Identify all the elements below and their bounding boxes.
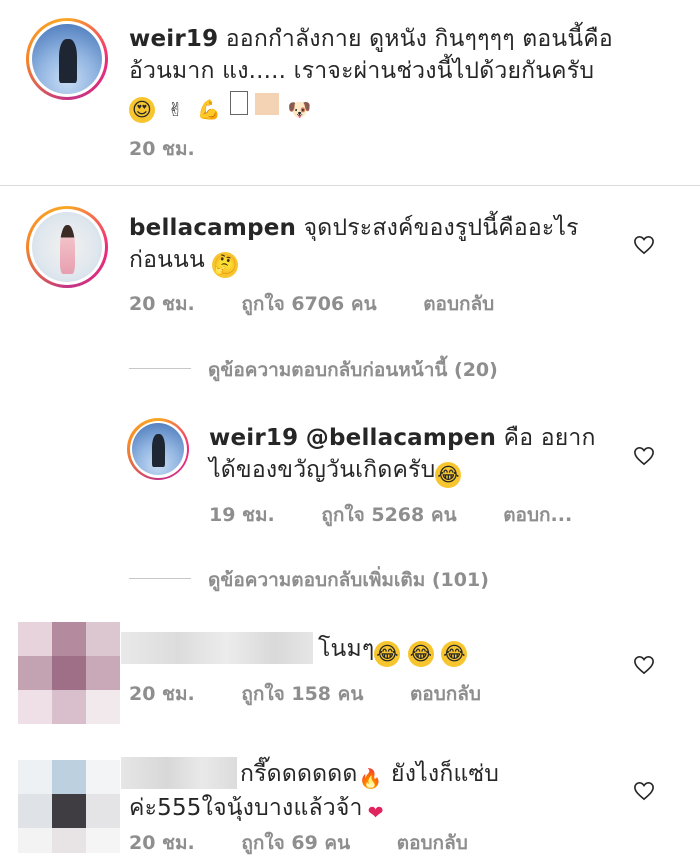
view-more-replies[interactable]: ดูข้อความตอบกลับเพิ่มเติม (101) [208, 565, 489, 595]
avatar-photo [32, 212, 102, 282]
caption-line-1: ออกกำลังกาย ดูหนัง กินๆๆๆๆ ตอนนี้คือ [225, 26, 613, 52]
comment-text: โนมๆ😂 😂 😂 [318, 633, 468, 667]
reply-username[interactable]: weir19 [209, 425, 298, 451]
reply-time: 19 ชม. [209, 504, 275, 526]
fire-icon: 🔥 [358, 768, 383, 790]
comment-line-1b: ยังไงก็แซ่บ [383, 761, 500, 787]
comment-meta: 20 ชม. ถูกใจ 158 คน ตอบกลับ [129, 679, 521, 709]
tears-of-joy-icon: 😂 [407, 641, 434, 667]
caption-emojis: 😍 ✌ 💪 🐶 [129, 89, 689, 123]
reply-meta: 19 ชม. ถูกใจ 5268 คน ตอบก... [209, 500, 572, 530]
comment-avatar-pixelated[interactable] [18, 760, 120, 853]
tears-of-joy-icon: 😂 [435, 462, 462, 488]
comment-line-2: ก่อนนน [129, 247, 205, 273]
reply-line-2: ได้ของขวัญวันเกิดครับ [209, 457, 436, 483]
comment-time: 20 ชม. [129, 293, 195, 315]
skin-tone-swatch-icon [255, 93, 280, 115]
comment-likes[interactable]: ถูกใจ 158 คน [241, 683, 363, 705]
comment-meta: 20 ชม. ถูกใจ 69 คน ตอบกลับ [129, 828, 508, 858]
avatar-photo [132, 423, 184, 475]
dog-face-icon: 🐶 [287, 99, 312, 121]
tears-of-joy-icon: 😂 [374, 641, 401, 667]
like-heart-icon[interactable] [633, 655, 655, 675]
view-previous-replies[interactable]: ดูข้อความตอบกลับก่อนหน้านี้ (20) [208, 355, 498, 385]
mention-link[interactable]: @bellacampen [306, 425, 496, 451]
reply-text: weir19 @bellacampen คือ อยาก ได้ของขวัญว… [209, 422, 609, 488]
like-heart-icon[interactable] [633, 235, 655, 255]
comment-meta: 20 ชม. ถูกใจ 6706 คน ตอบกลับ [129, 289, 534, 319]
comment-avatar-bellacampen[interactable] [26, 206, 108, 288]
like-heart-icon[interactable] [633, 446, 655, 466]
comment-line-1: โนมๆ [318, 636, 375, 662]
comment-line-1: จุดประสงค์ของรูปนี้คืออะไร [303, 215, 579, 241]
reply-avatar-weir19[interactable] [127, 418, 189, 480]
blurred-username[interactable] [121, 632, 313, 664]
post-username[interactable]: weir19 [129, 26, 218, 52]
comment-likes[interactable]: ถูกใจ 69 คน [241, 832, 350, 854]
thinking-face-icon: 🤔 [212, 252, 239, 278]
unknown-glyph-icon [229, 91, 248, 115]
comment-avatar-pixelated[interactable] [18, 622, 120, 724]
replies-line [129, 368, 191, 369]
avatar-photo [32, 24, 102, 94]
comment-line-2: ค่ะ555ใจนุ้งบางแล้วจ้า [129, 795, 363, 821]
comment-line-1: กรี๊ดดดดดด [240, 761, 358, 787]
post-caption: weir19 ออกกำลังกาย ดูหนัง กินๆๆๆๆ ตอนนี้… [129, 23, 689, 123]
post-avatar[interactable] [26, 18, 108, 100]
heart-eyes-icon: 😍 [129, 97, 155, 123]
flexed-biceps-icon: 💪 [197, 99, 221, 121]
comment-time: 20 ชม. [129, 832, 195, 854]
reply-button[interactable]: ตอบกลับ [423, 293, 494, 315]
reply-button[interactable]: ตอบก... [503, 504, 572, 526]
post-time: 20 ชม. [129, 138, 195, 160]
reply-line-1: คือ อยาก [496, 425, 596, 451]
caption-line-2: อ้วนมาก แง..... เราจะผ่านช่วงนี้ไปด้วยกั… [129, 58, 595, 84]
reply-likes[interactable]: ถูกใจ 5268 คน [321, 504, 456, 526]
like-heart-icon[interactable] [633, 781, 655, 801]
tears-of-joy-icon: 😂 [441, 641, 468, 667]
reply-button[interactable]: ตอบกลับ [410, 683, 481, 705]
comment-likes[interactable]: ถูกใจ 6706 คน [241, 293, 376, 315]
victory-hand-icon: ✌ [167, 99, 184, 121]
replies-line [129, 578, 191, 579]
caption-divider [0, 185, 700, 186]
comment-text: กรี๊ดดดดดด🔥 ยังไงก็แซ่บ ค่ะ555ใจนุ้งบางแ… [129, 758, 609, 826]
comment-username[interactable]: bellacampen [129, 215, 296, 241]
red-heart-icon: ❤ [367, 802, 384, 824]
comment-text: bellacampen จุดประสงค์ของรูปนี้คืออะไร ก… [129, 212, 609, 278]
reply-button[interactable]: ตอบกลับ [397, 832, 468, 854]
comment-time: 20 ชม. [129, 683, 195, 705]
